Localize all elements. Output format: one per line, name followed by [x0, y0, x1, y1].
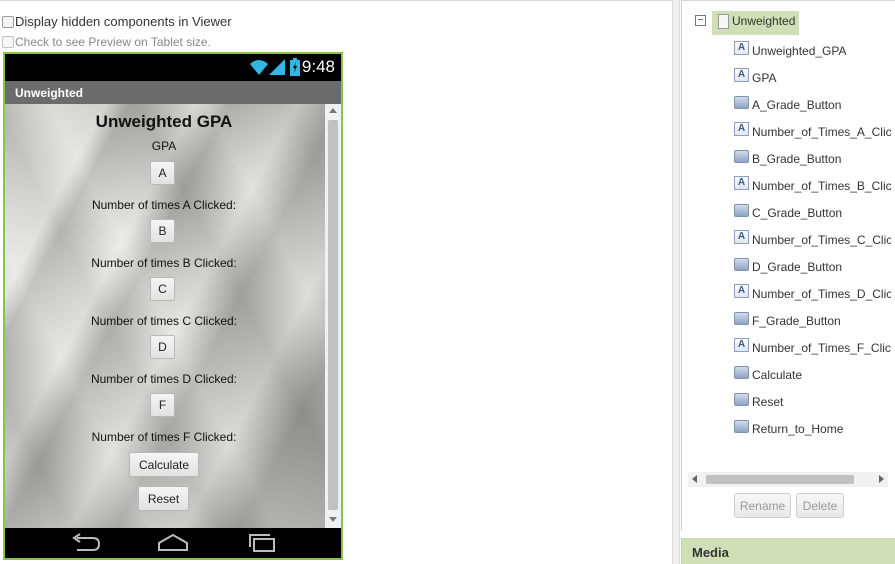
wifi-icon	[250, 60, 268, 75]
status-time: 9:48	[301, 57, 335, 76]
label-icon: A	[734, 338, 749, 352]
tree-item[interactable]: Reset	[734, 392, 891, 412]
count-b-label: Number of times B Clicked:	[91, 256, 237, 270]
tree-item[interactable]: A GPA	[734, 68, 891, 88]
b-grade-button[interactable]: B	[150, 219, 175, 243]
scroll-up-arrow-icon[interactable]	[329, 108, 337, 113]
tree-item-label: Calculate	[752, 368, 803, 382]
label-icon: A	[734, 284, 749, 298]
app-title: Unweighted GPA	[95, 112, 233, 131]
recent-apps-icon[interactable]	[245, 532, 279, 554]
delete-button[interactable]: Delete	[796, 493, 844, 518]
tree-item[interactable]: Calculate	[734, 365, 891, 385]
scroll-down-arrow-icon[interactable]	[329, 517, 337, 522]
count-d-label: Number of times D Clicked:	[90, 372, 238, 386]
android-nav-bar	[5, 528, 341, 558]
tree-item-label: Reset	[752, 395, 784, 409]
tree-item-label: Number_of_Times_B_Clicked	[752, 179, 891, 193]
count-a-label: Number of times A Clicked:	[91, 198, 237, 212]
button-icon	[734, 149, 749, 163]
components-panel: − Unweighted A Unweighted_GPA A GPA A_Grade_…	[681, 0, 895, 531]
tree-item-label: Number_of_Times_D_Clicked	[752, 287, 891, 301]
tree-horizontal-scrollbar[interactable]	[688, 472, 888, 487]
tree-item[interactable]: ANumber_of_Times_F_Clicked	[734, 338, 891, 358]
tree-item[interactable]: B_Grade_Button	[734, 149, 891, 169]
tree-item-label: GPA	[752, 71, 777, 85]
tree-item-label: Unweighted_GPA	[752, 44, 847, 58]
home-icon[interactable]	[156, 532, 190, 554]
status-bar: 9:48	[5, 54, 341, 81]
display-hidden-option[interactable]: Display hidden components in Viewer	[2, 14, 232, 29]
tablet-preview-checkbox[interactable]	[2, 36, 14, 48]
c-grade-button[interactable]: C	[150, 277, 175, 301]
tree-item-label: Return_to_Home	[752, 422, 844, 436]
screen-icon	[718, 14, 729, 29]
tree-item-label: C_Grade_Button	[752, 206, 843, 220]
tree-item[interactable]: C_Grade_Button	[734, 203, 891, 223]
tablet-preview-option[interactable]: Check to see Preview on Tablet size.	[2, 35, 211, 49]
app-screen: Unweighted GPA GPA A Number of times A C…	[5, 104, 341, 528]
phone-preview: 9:48 Unweighted Unweighted GPA GPA A Num…	[3, 52, 343, 560]
count-c-label: Number of times C Clicked:	[90, 314, 238, 328]
tree-scroll-thumb[interactable]	[706, 475, 854, 484]
tree-item-label: F_Grade_Button	[752, 314, 841, 328]
button-icon	[734, 203, 749, 217]
label-icon: A	[734, 176, 749, 190]
label-icon: A	[734, 230, 749, 244]
media-panel-header[interactable]: Media	[681, 538, 895, 564]
tree-item[interactable]: Return_to_Home	[734, 419, 891, 439]
tree-item-label: A_Grade_Button	[752, 98, 842, 112]
a-grade-button[interactable]: A	[150, 161, 175, 185]
tree-item-label: Number_of_Times_A_Clicked	[752, 125, 891, 139]
tree-item[interactable]: A Unweighted_GPA	[734, 41, 891, 61]
gpa-label: GPA	[151, 139, 177, 153]
d-grade-button[interactable]: D	[150, 335, 175, 359]
tree-item[interactable]: ANumber_of_Times_C_Clicked	[734, 230, 891, 250]
tree-item[interactable]: D_Grade_Button	[734, 257, 891, 277]
calculate-button[interactable]: Calculate	[129, 452, 199, 477]
button-icon	[734, 311, 749, 325]
tree-root-screen[interactable]: Unweighted	[712, 11, 800, 35]
button-icon	[734, 95, 749, 109]
scroll-left-arrow-icon[interactable]	[692, 475, 697, 483]
signal-icon	[269, 59, 285, 75]
tree-item[interactable]: ANumber_of_Times_B_Clicked	[734, 176, 891, 196]
screen-scroll-thumb[interactable]	[328, 120, 338, 510]
button-icon	[734, 365, 749, 379]
tablet-preview-label: Check to see Preview on Tablet size.	[15, 35, 211, 49]
button-icon	[734, 257, 749, 271]
viewer-panel: Display hidden components in Viewer Chec…	[0, 0, 672, 564]
tree-item[interactable]: ANumber_of_Times_D_Clicked	[734, 284, 891, 304]
tree-item-label: Number_of_Times_C_Clicked	[752, 233, 891, 247]
tree-root-label: Unweighted	[732, 14, 796, 28]
tree-item[interactable]: F_Grade_Button	[734, 311, 891, 331]
collapse-toggle-icon[interactable]: −	[695, 15, 706, 26]
tree-item[interactable]: A_Grade_Button	[734, 95, 891, 115]
label-icon: A	[734, 122, 749, 136]
button-icon	[734, 392, 749, 406]
count-f-label: Number of times F Clicked:	[91, 430, 237, 444]
tree-item[interactable]: ANumber_of_Times_A_Clicked	[734, 122, 891, 142]
label-icon: A	[734, 68, 749, 82]
back-icon[interactable]	[69, 532, 103, 554]
screen-scrollbar[interactable]	[325, 104, 341, 528]
tree-item-label: B_Grade_Button	[752, 152, 842, 166]
panel-divider[interactable]	[672, 0, 680, 564]
designer-root: Display hidden components in Viewer Chec…	[0, 0, 895, 564]
display-hidden-label: Display hidden components in Viewer	[15, 14, 232, 29]
f-grade-button[interactable]: F	[150, 393, 175, 417]
display-hidden-checkbox[interactable]	[2, 15, 14, 28]
label-icon: A	[734, 41, 749, 55]
screen-title-bar: Unweighted	[5, 81, 341, 104]
reset-button[interactable]: Reset	[138, 486, 189, 511]
battery-icon	[290, 58, 300, 76]
scroll-right-arrow-icon[interactable]	[879, 475, 884, 483]
tree-item-label: Number_of_Times_F_Clicked	[752, 341, 891, 355]
tree-item-label: D_Grade_Button	[752, 260, 843, 274]
rename-button[interactable]: Rename	[734, 493, 791, 518]
button-icon	[734, 419, 749, 433]
